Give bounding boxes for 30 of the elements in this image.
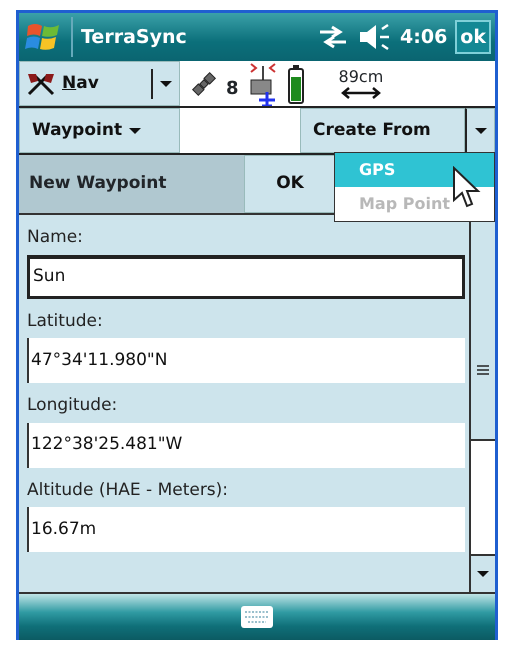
keyboard-icon[interactable] xyxy=(240,605,274,629)
field-label: Name: xyxy=(27,226,84,249)
layer-dropdown[interactable]: Waypoint xyxy=(19,108,180,153)
input-field[interactable]: Sun xyxy=(27,254,465,298)
window-title: TerraSync xyxy=(81,24,187,50)
create-from-button[interactable]: Create From xyxy=(300,108,465,153)
input-field[interactable]: 122°38'25.481"W xyxy=(27,422,465,468)
mouse-pointer-icon xyxy=(452,166,482,210)
nav-button[interactable]: Nav xyxy=(19,61,180,106)
dropdown-caret-icon[interactable] xyxy=(159,80,173,88)
ok-button[interactable]: OK xyxy=(244,155,336,213)
accuracy-reading: 89cm xyxy=(338,68,384,86)
input-field[interactable]: 16.67m xyxy=(27,507,465,552)
crossed-flags-icon xyxy=(26,72,56,96)
dropdown-button[interactable] xyxy=(465,108,495,153)
battery-icon xyxy=(286,64,305,104)
dropdown-caret-icon xyxy=(128,126,142,134)
satellite-icon xyxy=(190,70,218,98)
form-title: New Waypoint xyxy=(29,172,168,196)
field-label: Altitude (HAE - Meters): xyxy=(27,478,230,502)
down-arrow-icon xyxy=(476,570,490,578)
field-label: Longitude: xyxy=(27,394,118,417)
grip-icon xyxy=(477,365,489,375)
dropdown-caret-icon xyxy=(474,126,488,134)
ok-button[interactable]: ok xyxy=(455,20,491,54)
double-arrow-icon xyxy=(340,86,381,100)
satellite-count: 8 xyxy=(226,77,239,101)
clock-time[interactable]: 4:06 xyxy=(400,22,448,52)
input-field[interactable]: 47°34'11.980"N xyxy=(27,338,465,383)
field-label: Latitude: xyxy=(27,310,104,332)
